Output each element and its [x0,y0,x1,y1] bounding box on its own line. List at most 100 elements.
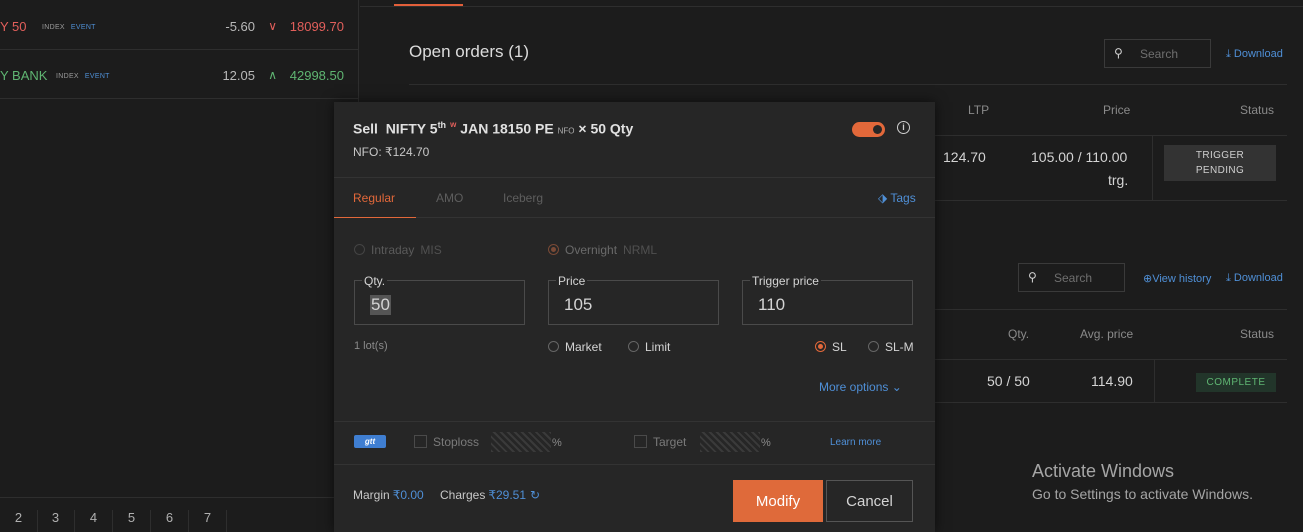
page-5[interactable]: 5 [113,510,151,532]
radio-dot [868,341,879,353]
index-tag: INDEX [42,24,65,32]
limit-radio[interactable]: Limit [628,340,670,354]
page-2[interactable]: 2 [0,510,38,532]
watchlist-item[interactable]: Y BANK INDEX EVENT 12.05 ∧ 42998.50 [0,50,359,99]
status-badge: TRIGGER PENDING [1164,145,1276,181]
page-7[interactable]: 7 [189,510,227,532]
change-value: 12.05 [222,68,255,83]
divider [334,464,935,465]
stoploss-input[interactable] [491,432,551,452]
price-field[interactable]: Price 105 [548,274,719,325]
search-icon: ⚲ [1028,270,1037,284]
divider [935,402,1287,403]
qty-field[interactable]: Qty. 50 [354,274,525,325]
divider [334,177,935,178]
search-icon: ⚲ [1114,46,1123,60]
modify-order-modal: Sell NIFTY 5th w JAN 18150 PE NFO × 50 Qty… [334,102,935,532]
cancel-button[interactable]: Cancel [826,480,913,522]
radio-dot [815,341,826,353]
watchlist-panel: Y 50 INDEX EVENT -5.60 ∨ 18099.70 Y BANK … [0,0,359,532]
lot-count: 1 lot(s) [354,340,388,352]
tab-amo[interactable]: AMO [436,191,463,205]
ltp-value: 18099.70 [289,19,344,34]
order-price-trg: trg. [1108,172,1129,188]
radio-dot [628,341,639,353]
slm-radio[interactable]: SL-M [868,340,914,354]
view-history-link[interactable]: ⊕View history [1143,272,1211,285]
market-radio[interactable]: Market [548,340,602,354]
col-avg-price: Avg. price [1080,327,1134,341]
status-badge: COMPLETE [1196,373,1276,392]
executed-download-link[interactable]: ⤓ Download [1226,272,1283,285]
qty-input[interactable]: 50 [370,295,391,315]
page-4[interactable]: 4 [75,510,113,532]
price-input[interactable]: 105 [564,295,592,315]
active-tab-indicator [334,217,416,218]
index-tag: INDEX [56,73,79,81]
col-ltp: LTP [968,103,990,117]
page-6[interactable]: 6 [151,510,189,532]
sl-radio[interactable]: SL [815,340,847,354]
watchlist-item[interactable]: Y 50 INDEX EVENT -5.60 ∨ 18099.70 [0,1,359,50]
order-price: 105.00 / 110.00 [1031,149,1128,165]
tab-regular[interactable]: Regular [353,191,395,205]
instrument-name: Y BANK [0,68,48,83]
radio-dot [548,341,559,353]
stoploss-pct: % [552,437,562,449]
gtt-icon: gtt [354,435,386,448]
stoploss-checkbox[interactable]: Stoploss [414,435,479,449]
tag-icon: ⬗ [878,191,888,205]
tab-divider [360,6,1303,7]
col-price: Price [1103,103,1131,117]
charges-value[interactable]: ₹29.51 [488,488,526,502]
executed-qty: 50 / 50 [987,373,1030,389]
divider [409,84,1287,85]
tab-iceberg[interactable]: Iceberg [503,191,543,205]
divider [1152,136,1153,200]
more-options-link[interactable]: More options ⌄ [819,380,902,394]
event-tag: EVENT [84,73,110,81]
event-tag: EVENT [70,24,96,32]
checkbox-box [414,435,427,449]
order-title: Sell NIFTY 5th w JAN 18150 PE NFO × 50 Qty [353,120,634,137]
target-input[interactable] [700,432,760,452]
learn-more-link[interactable]: Learn more [830,437,881,448]
trigger-price-input[interactable]: 110 [758,295,785,315]
modify-button[interactable]: Modify [733,480,823,522]
overnight-radio[interactable]: Overnight NRML [548,243,657,257]
info-icon[interactable]: i [897,121,910,134]
divider [334,421,935,422]
open-orders-download-link[interactable]: ⤓ Download [1226,48,1283,61]
col-status: Status [1240,103,1275,117]
open-orders-search-input[interactable]: ⚲ Search [1104,39,1211,68]
chevron-up-icon: ∧ [268,68,277,82]
col-qty: Qty. [1008,327,1030,341]
refresh-icon[interactable]: ↻ [530,488,540,502]
radio-dot [548,244,559,256]
divider [935,309,1287,310]
executed-orders-search-input[interactable]: ⚲ Search [1018,263,1125,292]
order-subtitle: NFO: ₹124.70 [353,145,430,159]
chevron-down-icon: ⌄ [891,380,902,394]
tags-link[interactable]: ⬗ Tags [878,191,916,205]
order-ltp: 124.70 [943,149,986,165]
page-3[interactable]: 3 [37,510,75,532]
activate-windows-watermark: Activate Windows Go to Settings to activ… [1032,461,1253,502]
target-pct: % [761,437,771,449]
intraday-radio[interactable]: Intraday MIS [354,243,442,257]
watchlist-pager: 2 3 4 5 6 7 [0,497,359,532]
change-value: -5.60 [225,19,255,34]
radio-dot [354,244,365,256]
target-checkbox[interactable]: Target [634,435,686,449]
chevron-down-icon: ∨ [268,19,277,33]
open-orders-title: Open orders (1) [409,42,529,61]
margin-value[interactable]: ₹0.00 [393,488,424,502]
charges-info: Charges ₹29.51 ↻ [440,488,541,502]
executed-avg: 114.90 [1091,373,1133,389]
trigger-price-field[interactable]: Trigger price 110 [742,274,913,325]
buy-sell-toggle[interactable] [852,122,885,137]
margin-info: Margin ₹0.00 [353,488,424,502]
divider [334,217,935,218]
instrument-name: Y 50 [0,19,27,34]
ltp-value: 42998.50 [289,68,344,83]
